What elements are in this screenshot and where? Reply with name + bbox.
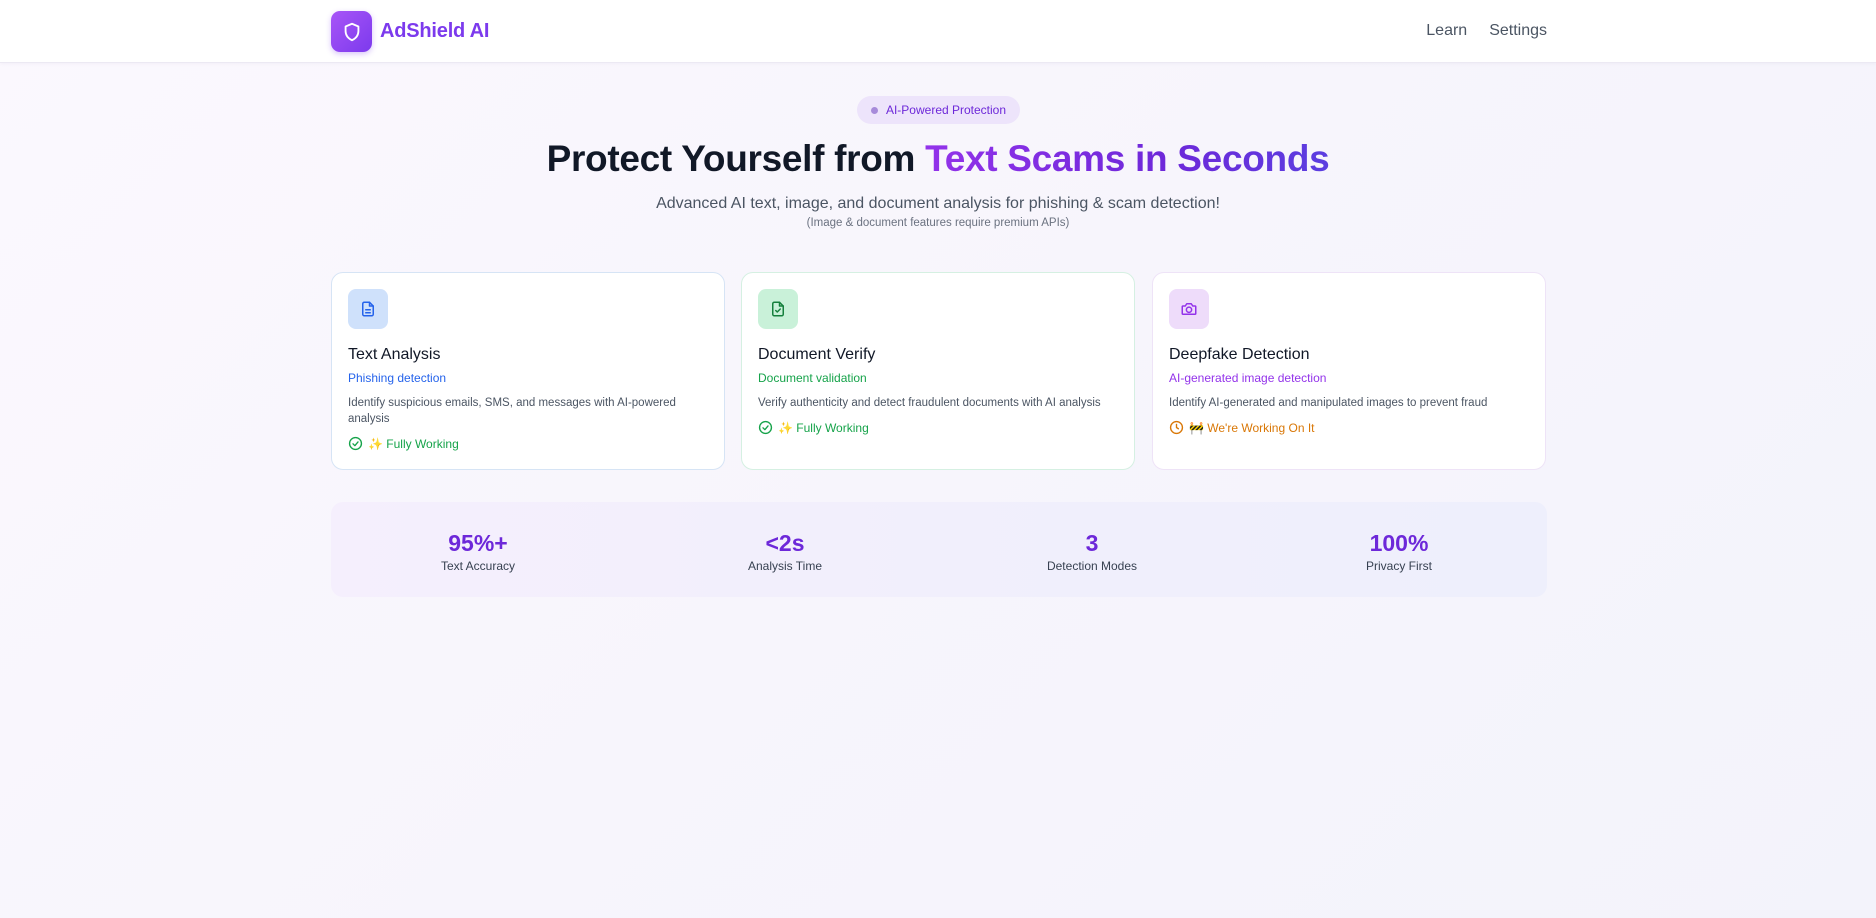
stat-label: Privacy First [1366,559,1432,573]
stat-text-accuracy: 95%+ Text Accuracy [378,530,578,573]
stat-value: 100% [1369,530,1429,556]
camera-icon [1169,289,1209,329]
stat-privacy-first: 100% Privacy First [1299,530,1499,573]
stat-value: 95%+ [448,530,508,556]
hero-note: (Image & document features require premi… [806,217,1070,229]
card-description: Verify authenticity and detect fraudulen… [758,397,1101,409]
stat-label: Text Accuracy [440,559,516,573]
stat-detection-modes: 3 Detection Modes [992,530,1192,573]
document-icon [348,289,388,329]
hero-title-accent: Text Scams in Seconds [925,138,1330,179]
card-description: Identify suspicious emails, SMS, and mes… [348,397,676,425]
hero-title: Protect Yourself from Text Scams in Seco… [0,138,1876,180]
check-circle-icon [348,436,363,451]
top-header: AdShield AI Learn Settings [0,0,1876,63]
file-check-icon [758,289,798,329]
brand-name: AdShield AI [380,20,490,42]
hero-subtitle: Advanced AI text, image, and document an… [656,195,1220,212]
status-label: ✨ Fully Working [368,436,459,451]
nav-learn-link[interactable]: Learn [1426,22,1467,40]
document-verify-card[interactable]: Document Verify Document validation Veri… [741,272,1135,470]
card-title: Document Verify [758,346,876,363]
card-subtitle: AI-generated image detection [1169,371,1327,385]
card-status: ✨ Fully Working [758,420,1118,435]
deepfake-detection-card[interactable]: Deepfake Detection AI-generated image de… [1152,272,1546,470]
stat-analysis-time: <2s Analysis Time [685,530,885,573]
stat-value: 3 [1085,530,1099,556]
stat-label: Detection Modes [1046,559,1138,573]
stat-label: Analysis Time [747,559,823,573]
hero-title-main: Protect Yourself from [546,138,926,179]
card-description: Identify AI-generated and manipulated im… [1169,397,1488,409]
card-status: ✨ Fully Working [348,436,708,451]
badge-label: AI-Powered Protection [885,103,1007,117]
check-circle-icon [758,420,773,435]
main-nav: Learn Settings [1426,22,1547,40]
card-title: Text Analysis [348,346,441,363]
clock-icon [1169,420,1184,435]
card-subtitle: Phishing detection [348,371,447,385]
shield-icon [331,11,372,52]
badge-dot [870,106,878,114]
card-title: Deepfake Detection [1169,346,1310,363]
card-subtitle: Document validation [758,371,867,385]
stats-bar: 95%+ Text Accuracy <2s Analysis Time 3 D… [331,502,1547,597]
status-label: 🚧 We're Working On It [1189,420,1315,435]
brand[interactable]: AdShield AI [331,11,489,52]
nav-settings-link[interactable]: Settings [1489,22,1547,40]
card-status: 🚧 We're Working On It [1169,420,1529,435]
status-label: ✨ Fully Working [778,420,869,435]
text-analysis-card[interactable]: Text Analysis Phishing detection Identif… [331,272,725,470]
ai-powered-badge: AI-Powered Protection [857,96,1020,124]
stat-value: <2s [765,530,805,556]
